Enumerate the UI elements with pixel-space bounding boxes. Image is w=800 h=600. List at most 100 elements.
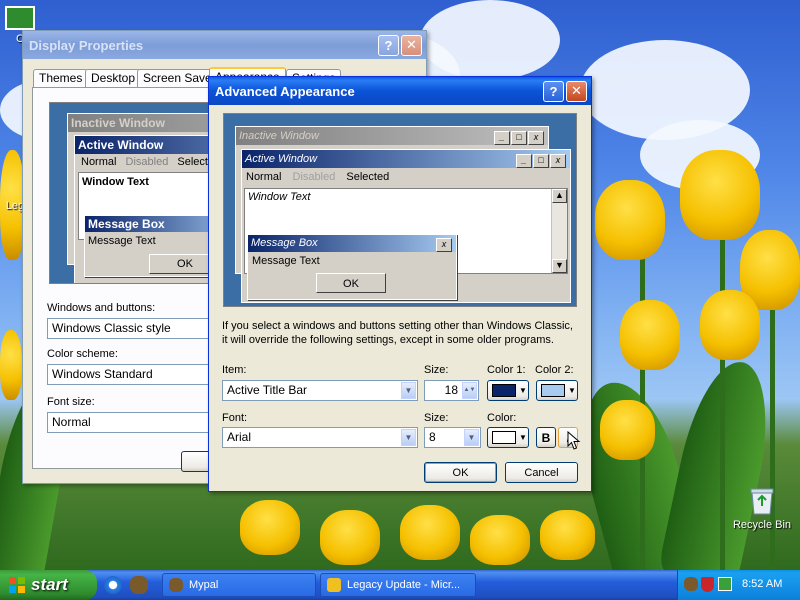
color-scheme-value: Windows Standard — [52, 367, 153, 381]
close-button[interactable]: ✕ — [566, 80, 587, 102]
mouse-cursor-icon — [567, 431, 581, 450]
network-icon[interactable] — [718, 577, 732, 591]
mypal-icon — [169, 578, 183, 592]
size-value: 18 — [444, 383, 458, 397]
info-text-line2: it will override the following settings,… — [222, 334, 554, 346]
minimize-icon: _ — [494, 131, 510, 146]
scroll-down-icon: ▼ — [552, 259, 567, 273]
taskbar-item-label: Mypal — [189, 579, 219, 591]
clock[interactable]: 8:52 AM — [742, 578, 782, 590]
desktop-icon-label: Recycle Bin — [732, 519, 792, 531]
mypal-icon[interactable] — [130, 576, 148, 594]
windows-logo-icon — [8, 576, 26, 594]
browser-icon[interactable] — [104, 576, 122, 594]
font-value: Arial — [227, 430, 252, 444]
system-tray: 8:52 AM — [677, 570, 800, 600]
preview-window-text: Window Text — [248, 191, 311, 203]
font-color-label: Color: — [487, 412, 517, 424]
font-color-swatch — [492, 431, 516, 444]
font-size-value: Normal — [52, 415, 91, 429]
maximize-icon: □ — [511, 131, 527, 146]
windows-buttons-label: Windows and buttons: — [47, 302, 156, 314]
tulip — [540, 510, 595, 560]
color1-swatch — [492, 384, 516, 397]
legacy-update-icon — [327, 578, 341, 592]
tulip — [700, 290, 760, 360]
close-icon: x — [436, 238, 452, 253]
preview-msgbox-title-bar[interactable]: Message Box x — [248, 235, 456, 254]
tulip — [620, 300, 680, 370]
chevron-down-icon: ▼ — [519, 386, 527, 395]
help-button[interactable]: ? — [378, 34, 399, 56]
tulip — [0, 330, 22, 400]
start-button[interactable]: start — [0, 570, 97, 600]
preview-message-box[interactable]: Message Box x Message Text OK — [247, 234, 457, 300]
taskbar-item-legacy-update[interactable]: Legacy Update - Micr... — [320, 573, 476, 597]
size-label: Size: — [424, 364, 449, 376]
tulip — [600, 400, 655, 460]
info-text-line1: If you select a windows and buttons sett… — [222, 320, 573, 332]
minimize-icon: _ — [516, 154, 532, 169]
preview-msgbox-caption: x — [435, 237, 452, 254]
preview-scrollbar[interactable]: ▲ ▼ — [551, 189, 567, 273]
preview-active-caption-buttons: _ □ x — [515, 152, 566, 170]
bold-button[interactable]: B — [536, 427, 556, 448]
close-button[interactable]: ✕ — [401, 34, 422, 56]
font-color-picker[interactable]: ▼ — [487, 427, 529, 448]
display-properties-titlebar[interactable]: Display Properties ? ✕ — [23, 31, 426, 59]
preview-menu-normal[interactable]: Normal — [246, 171, 281, 183]
advanced-appearance-titlebar[interactable]: Advanced Appearance ? ✕ — [209, 77, 591, 105]
tray-app-icon[interactable] — [684, 577, 698, 591]
tulip — [400, 505, 460, 560]
certificate-icon — [5, 6, 35, 30]
windows-buttons-value: Windows Classic style — [52, 321, 171, 335]
tab-themes[interactable]: Themes — [33, 69, 89, 87]
scroll-up-icon: ▲ — [552, 189, 567, 203]
preview-active-title-bar[interactable]: Active Window _ □ x — [242, 150, 570, 170]
tulip — [320, 510, 380, 565]
color2-swatch — [541, 384, 565, 397]
tulip — [595, 180, 665, 260]
preview-inactive-title-bar[interactable]: Inactive Window _ □ x — [236, 127, 548, 147]
spinner-arrows-icon[interactable]: ▲▼ — [462, 382, 477, 399]
taskbar: start Mypal Legacy Update - Micr... 8:52… — [0, 570, 800, 600]
font-size-select[interactable]: 8 ▼ — [424, 427, 481, 448]
item-select[interactable]: Active Title Bar ▼ — [222, 380, 418, 401]
size-spinner[interactable]: 18 ▲▼ — [424, 380, 479, 401]
preview-menu-disabled[interactable]: Disabled — [293, 171, 336, 183]
preview-inactive-caption-buttons: _ □ x — [493, 129, 544, 147]
close-icon: x — [550, 154, 566, 169]
cancel-button[interactable]: Cancel — [505, 462, 578, 483]
close-icon: x — [528, 131, 544, 146]
item-label: Item: — [222, 364, 247, 376]
chevron-down-icon[interactable]: ▼ — [401, 382, 416, 399]
color1-picker[interactable]: ▼ — [487, 380, 529, 401]
font-select[interactable]: Arial ▼ — [222, 427, 418, 448]
preview-menu-normal: Normal — [81, 156, 117, 168]
recycle-bin-icon — [749, 486, 775, 516]
preview-msgbox-title: Message Box — [251, 237, 318, 249]
security-shield-icon[interactable] — [701, 577, 714, 592]
color2-picker[interactable]: ▼ — [536, 380, 578, 401]
desktop-icon-recycle-bin[interactable]: Recycle Bin — [722, 486, 800, 531]
advanced-preview[interactable]: Inactive Window _ □ x Active Window _ □ x No… — [223, 113, 577, 307]
chevron-down-icon: ▼ — [519, 433, 527, 442]
tab-desktop[interactable]: Desktop — [85, 69, 142, 87]
ok-button[interactable]: OK — [424, 462, 497, 483]
font-size-label: Font size: — [47, 396, 95, 408]
window-title: Advanced Appearance — [215, 83, 355, 99]
font-size-label: Size: — [424, 412, 449, 424]
chevron-down-icon[interactable]: ▼ — [464, 429, 479, 446]
tulip — [240, 500, 300, 555]
start-label: start — [31, 575, 68, 594]
font-label: Font: — [222, 412, 248, 424]
preview-ok-button[interactable]: OK — [316, 273, 386, 293]
taskbar-item-mypal[interactable]: Mypal — [162, 573, 316, 597]
help-button[interactable]: ? — [543, 80, 564, 102]
chevron-down-icon[interactable]: ▼ — [401, 429, 416, 446]
cloud — [420, 0, 560, 80]
preview-menu-bar[interactable]: Normal Disabled Selected — [242, 168, 570, 186]
tulip — [470, 515, 530, 565]
preview-menu-selected[interactable]: Selected — [346, 171, 389, 183]
chevron-down-icon: ▼ — [568, 386, 576, 395]
